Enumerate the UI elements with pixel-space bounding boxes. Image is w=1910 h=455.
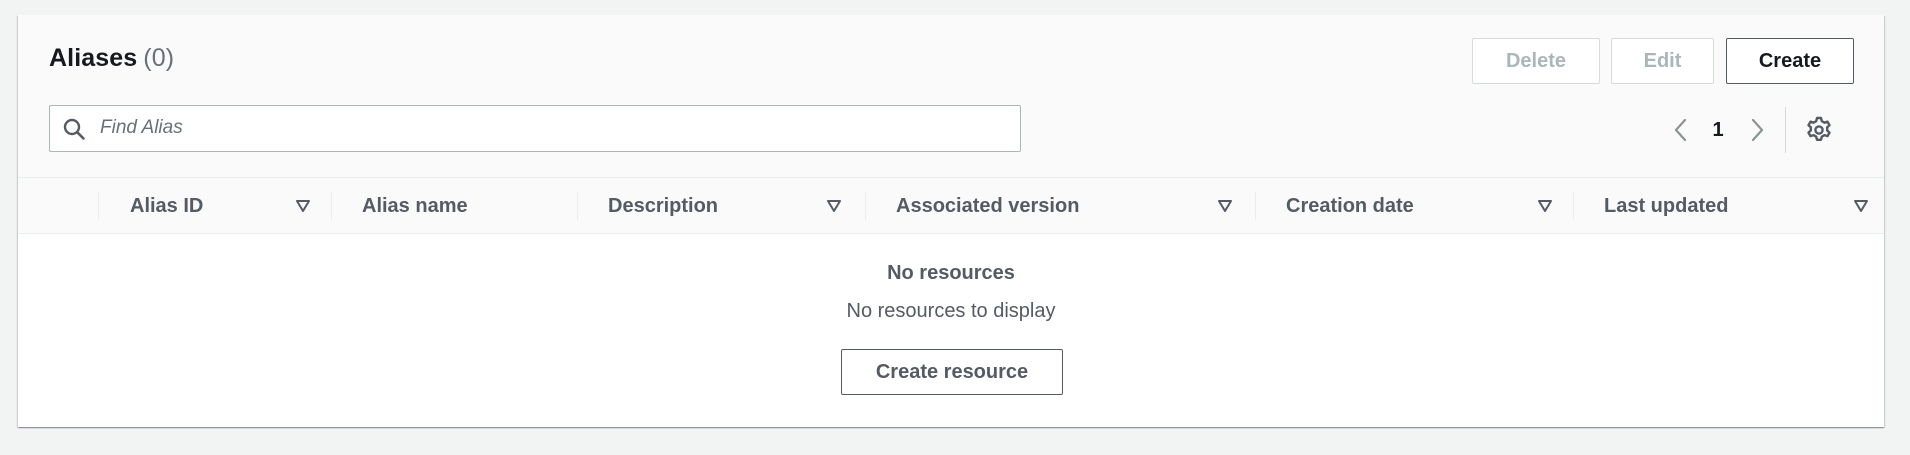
aliases-panel: Aliases(0) Delete Edit Create 1 Alias ID…: [18, 15, 1884, 427]
title-count: (0): [143, 44, 175, 72]
search-field[interactable]: [49, 105, 1021, 152]
column-separator: [331, 192, 332, 220]
column-separator: [1255, 192, 1256, 220]
column-separator: [577, 192, 578, 220]
sort-down-icon[interactable]: [1852, 197, 1870, 215]
delete-button[interactable]: Delete: [1472, 38, 1600, 84]
title-text: Aliases: [49, 44, 138, 72]
empty-state-subtitle: No resources to display: [846, 300, 1056, 322]
gear-icon[interactable]: [1804, 115, 1834, 145]
column-label: Associated version: [896, 194, 1080, 217]
search-icon: [63, 118, 85, 140]
search-input[interactable]: [100, 106, 1000, 150]
column-label: Description: [608, 194, 719, 217]
column-separator: [1573, 192, 1574, 220]
sort-down-icon[interactable]: [1536, 197, 1554, 215]
edit-button[interactable]: Edit: [1611, 38, 1714, 84]
page-title: Aliases (0): [49, 44, 174, 73]
empty-state-title: No resources: [887, 262, 1015, 284]
chevron-left-icon[interactable]: [1670, 115, 1692, 145]
create-button[interactable]: Create: [1726, 38, 1854, 84]
column-header-associated-version[interactable]: Associated version: [896, 178, 1079, 234]
sort-down-icon[interactable]: [294, 197, 312, 215]
column-label: Alias name: [362, 194, 468, 217]
chevron-right-icon[interactable]: [1746, 115, 1768, 145]
pager-divider: [1785, 107, 1786, 153]
column-label: Last updated: [1604, 194, 1729, 217]
column-label: Creation date: [1286, 194, 1414, 217]
column-separator: [98, 192, 99, 220]
table-header: Alias ID Alias name Description Associat…: [18, 177, 1884, 234]
create-resource-button[interactable]: Create resource: [841, 349, 1063, 395]
column-label: Alias ID: [130, 194, 204, 217]
column-header-description[interactable]: Description: [608, 178, 718, 234]
sort-down-icon[interactable]: [825, 197, 843, 215]
panel-header: [18, 15, 1884, 177]
column-header-alias-id[interactable]: Alias ID: [130, 178, 203, 234]
column-header-last-updated[interactable]: Last updated: [1604, 178, 1728, 234]
column-separator: [865, 192, 866, 220]
current-page[interactable]: 1: [1708, 115, 1728, 145]
column-header-alias-name[interactable]: Alias name: [362, 178, 468, 234]
column-header-creation-date[interactable]: Creation date: [1286, 178, 1414, 234]
sort-down-icon[interactable]: [1216, 197, 1234, 215]
